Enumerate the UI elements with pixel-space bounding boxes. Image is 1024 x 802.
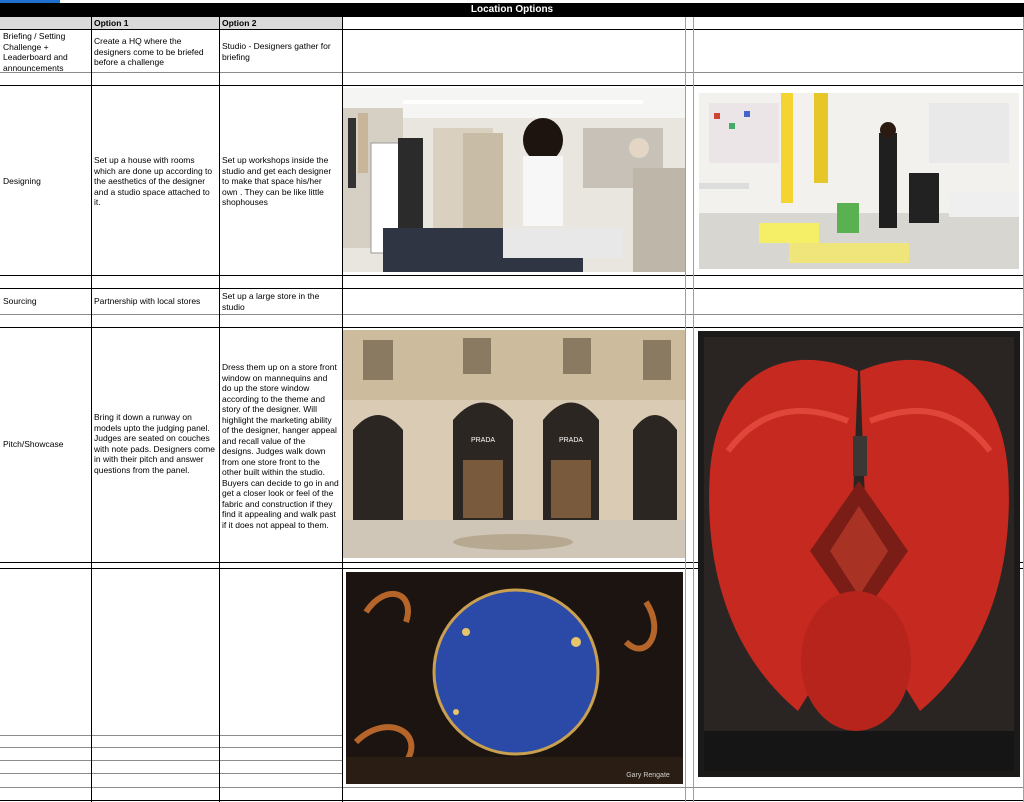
moon-window-display-photo: Gary Rengate [346, 572, 683, 784]
prada-sign-left: PRADA [471, 437, 495, 444]
photo-watermark: Gary Rengate [626, 772, 670, 779]
row-label-pitch: Pitch/Showcase [3, 439, 64, 449]
prada-storefront-photo: PRADA PRADA [343, 330, 685, 558]
sourcing-option-2: Set up a large store in the studio [222, 291, 320, 312]
grid-line [0, 314, 1024, 315]
grid-line [0, 787, 1024, 788]
grid-line [91, 17, 92, 802]
grid-line [0, 747, 342, 748]
header-option-1: Option 1 [91, 17, 219, 29]
grid-line [0, 327, 1024, 328]
red-wings-window-display-photo [698, 331, 1020, 777]
grid-line [0, 760, 342, 761]
prada-sign-right: PRADA [559, 437, 583, 444]
briefing-option-1: Create a HQ where the designers come to … [94, 36, 204, 67]
header-option-2: Option 2 [219, 17, 342, 29]
grid-line [0, 29, 1024, 30]
grid-line [685, 17, 686, 802]
grid-line [0, 800, 1024, 801]
grid-line [693, 17, 694, 802]
pitch-option-1: Bring it down a runway on models upto th… [94, 412, 215, 475]
grid-line [0, 72, 1024, 73]
sheet-title: Location Options [0, 3, 1024, 17]
grid-line [0, 85, 1024, 86]
design-workshop-photo [699, 93, 1019, 269]
design-studio-photo [343, 88, 685, 272]
row-label-sourcing: Sourcing [3, 296, 37, 306]
row-label-designing: Designing [3, 176, 41, 186]
grid-line [0, 735, 342, 736]
pitch-option-2: Dress them up on a store front window on… [222, 362, 339, 530]
header-blank [0, 17, 91, 29]
row-label-briefing: Briefing / Setting Challenge + Leaderboa… [3, 31, 68, 73]
sourcing-option-1: Partnership with local stores [94, 296, 201, 306]
grid-line [0, 275, 1024, 276]
grid-line [0, 288, 1024, 289]
designing-option-2: Set up workshops inside the studio and g… [222, 155, 332, 207]
grid-line [0, 773, 342, 774]
briefing-option-2: Studio - Designers gather for briefing [222, 41, 331, 62]
designing-option-1: Set up a house with rooms which are done… [94, 155, 213, 207]
